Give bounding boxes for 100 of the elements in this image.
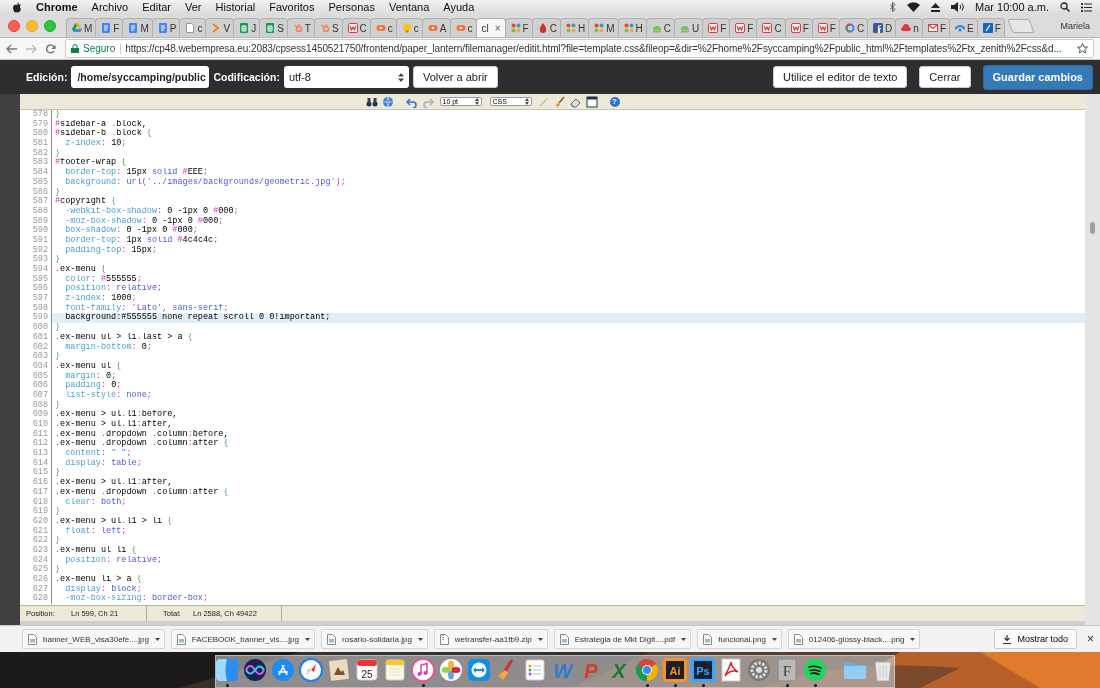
browser-tab[interactable]: M <box>122 18 153 37</box>
browser-tab[interactable]: S <box>259 18 288 37</box>
toolbar-button[interactable]: Cerrar <box>919 66 971 88</box>
browser-tab[interactable]: F <box>811 18 840 37</box>
arrows-icon[interactable] <box>467 658 491 682</box>
app-menu[interactable]: Chrome <box>36 1 78 13</box>
browser-tab[interactable]: c <box>369 18 397 37</box>
clock[interactable]: Mar 10:00 a.m. <box>975 1 1049 13</box>
app-icon[interactable]: Ps <box>691 658 715 682</box>
menu-item[interactable]: Historial <box>215 1 256 13</box>
download-item[interactable]: banner_WEB_visa30efe....jpg <box>22 629 165 649</box>
download-item[interactable]: wetransfer-aa1fb9.zip <box>433 629 548 649</box>
download-item[interactable]: funcional.png <box>697 629 782 649</box>
browser-tab[interactable]: J <box>233 18 261 37</box>
menu-item[interactable]: Ver <box>185 1 202 13</box>
browser-tab[interactable]: M <box>66 18 97 37</box>
profile-name[interactable]: Mariela <box>1060 20 1090 31</box>
caret-icon[interactable] <box>417 637 423 641</box>
music-note-icon[interactable] <box>411 658 435 682</box>
browser-tab[interactable]: U <box>673 18 704 37</box>
browser-tab[interactable]: C <box>756 18 786 37</box>
bluetooth-icon[interactable] <box>890 2 896 12</box>
site-icon <box>762 23 773 33</box>
browser-tab[interactable]: c <box>179 18 207 37</box>
help-button[interactable]: ? <box>609 96 620 107</box>
browser-tab[interactable]: c <box>449 18 477 37</box>
browser-tab[interactable]: C <box>645 18 675 37</box>
reload-icon[interactable] <box>46 43 56 54</box>
browser-tab[interactable]: F <box>702 18 731 37</box>
menu-item[interactable]: Personas <box>328 1 375 13</box>
download-item[interactable]: Estrategia de Mkt Digit....pdf <box>553 629 692 649</box>
save-button[interactable]: Guardar cambios <box>982 64 1093 90</box>
notepad-icon[interactable] <box>383 658 407 682</box>
caret-icon[interactable] <box>154 637 160 641</box>
menu-icon[interactable] <box>1081 2 1092 12</box>
browser-tab[interactable]: F <box>729 18 758 37</box>
gear-icon[interactable] <box>747 658 771 682</box>
undo-icon[interactable] <box>405 95 418 108</box>
close-button[interactable]: × <box>1087 632 1094 646</box>
eject-icon[interactable] <box>931 2 940 12</box>
browser-tab[interactable]: H <box>559 18 590 37</box>
document-icon[interactable] <box>719 658 743 682</box>
search-icon[interactable] <box>1060 2 1070 12</box>
browser-tab[interactable]: M <box>588 18 619 37</box>
address-field[interactable] <box>65 39 1094 58</box>
download-item[interactable]: FACEBOOK_banner_vis....jpg <box>170 629 315 649</box>
window-icon[interactable] <box>585 95 598 108</box>
menu-item[interactable]: Archivo <box>91 1 129 13</box>
browser-tab[interactable]: n <box>895 18 923 37</box>
browser-tab[interactable]: E <box>949 18 978 37</box>
caret-icon[interactable] <box>771 637 777 641</box>
apple-icon[interactable] <box>12 1 22 13</box>
volume-icon[interactable] <box>951 2 964 12</box>
browser-tab[interactable]: T <box>286 18 315 37</box>
browser-tab[interactable]: C <box>531 18 561 37</box>
caret-icon[interactable] <box>537 637 543 641</box>
back-icon[interactable] <box>6 43 17 54</box>
caret-icon[interactable] <box>681 637 687 641</box>
list-icon[interactable] <box>523 658 547 682</box>
browser-tab[interactable]: F <box>95 18 124 37</box>
browser-tab[interactable]: D <box>867 18 897 37</box>
show-all-button[interactable]: Mostrar todo <box>994 629 1077 649</box>
browser-tab[interactable]: F <box>784 18 813 37</box>
binoculars-icon[interactable] <box>365 95 378 108</box>
browser-tab[interactable]: H <box>617 18 647 37</box>
browser-tab[interactable]: F <box>976 18 1005 37</box>
toolbar-button[interactable]: Volver a abrir <box>412 66 498 88</box>
browser-tab[interactable]: C <box>838 18 869 37</box>
download-item[interactable]: 012406-glossy-black....png <box>787 629 921 649</box>
encoding-select[interactable]: utf-8 <box>283 66 409 88</box>
calendar-icon[interactable]: 25 <box>355 658 379 682</box>
browser-tab[interactable]: S <box>313 18 343 37</box>
flower-icon[interactable] <box>439 658 463 682</box>
menu-item[interactable]: Editar <box>142 1 171 13</box>
menu-item[interactable]: Favoritos <box>269 1 315 13</box>
browser-tab[interactable]: C <box>341 18 371 37</box>
toolbar-button[interactable]: Utilice el editor de texto <box>773 66 908 88</box>
browser-tab[interactable]: cl × <box>475 18 506 37</box>
close-tab-button[interactable]: × <box>494 22 501 34</box>
app-icon[interactable] <box>803 658 827 682</box>
caret-icon[interactable] <box>305 637 310 641</box>
app-icon[interactable]: Ai <box>663 658 687 682</box>
scrollbar-thumb[interactable] <box>1090 222 1095 234</box>
photo-icon[interactable] <box>327 658 351 682</box>
brush-icon[interactable] <box>553 95 566 108</box>
menu-item[interactable]: Ayuda <box>443 1 475 13</box>
browser-tab[interactable]: A <box>421 18 451 37</box>
menu-item[interactable]: Ventana <box>389 1 430 13</box>
wifi-icon[interactable] <box>907 2 920 12</box>
browser-tab[interactable]: V <box>205 18 235 37</box>
path-field[interactable]: /home/syccamping/public <box>71 66 210 88</box>
caret-icon[interactable] <box>910 637 916 641</box>
trash-icon[interactable] <box>871 658 895 682</box>
star-icon[interactable] <box>1077 43 1088 54</box>
browser-tab[interactable]: c <box>395 18 423 37</box>
close-window-button[interactable] <box>8 19 20 32</box>
app-icon[interactable]: F <box>775 658 799 682</box>
orb-icon[interactable] <box>243 658 267 682</box>
browser-tab[interactable]: F <box>504 18 533 37</box>
download-item[interactable]: rosario-solidaria.jpg <box>321 629 428 649</box>
